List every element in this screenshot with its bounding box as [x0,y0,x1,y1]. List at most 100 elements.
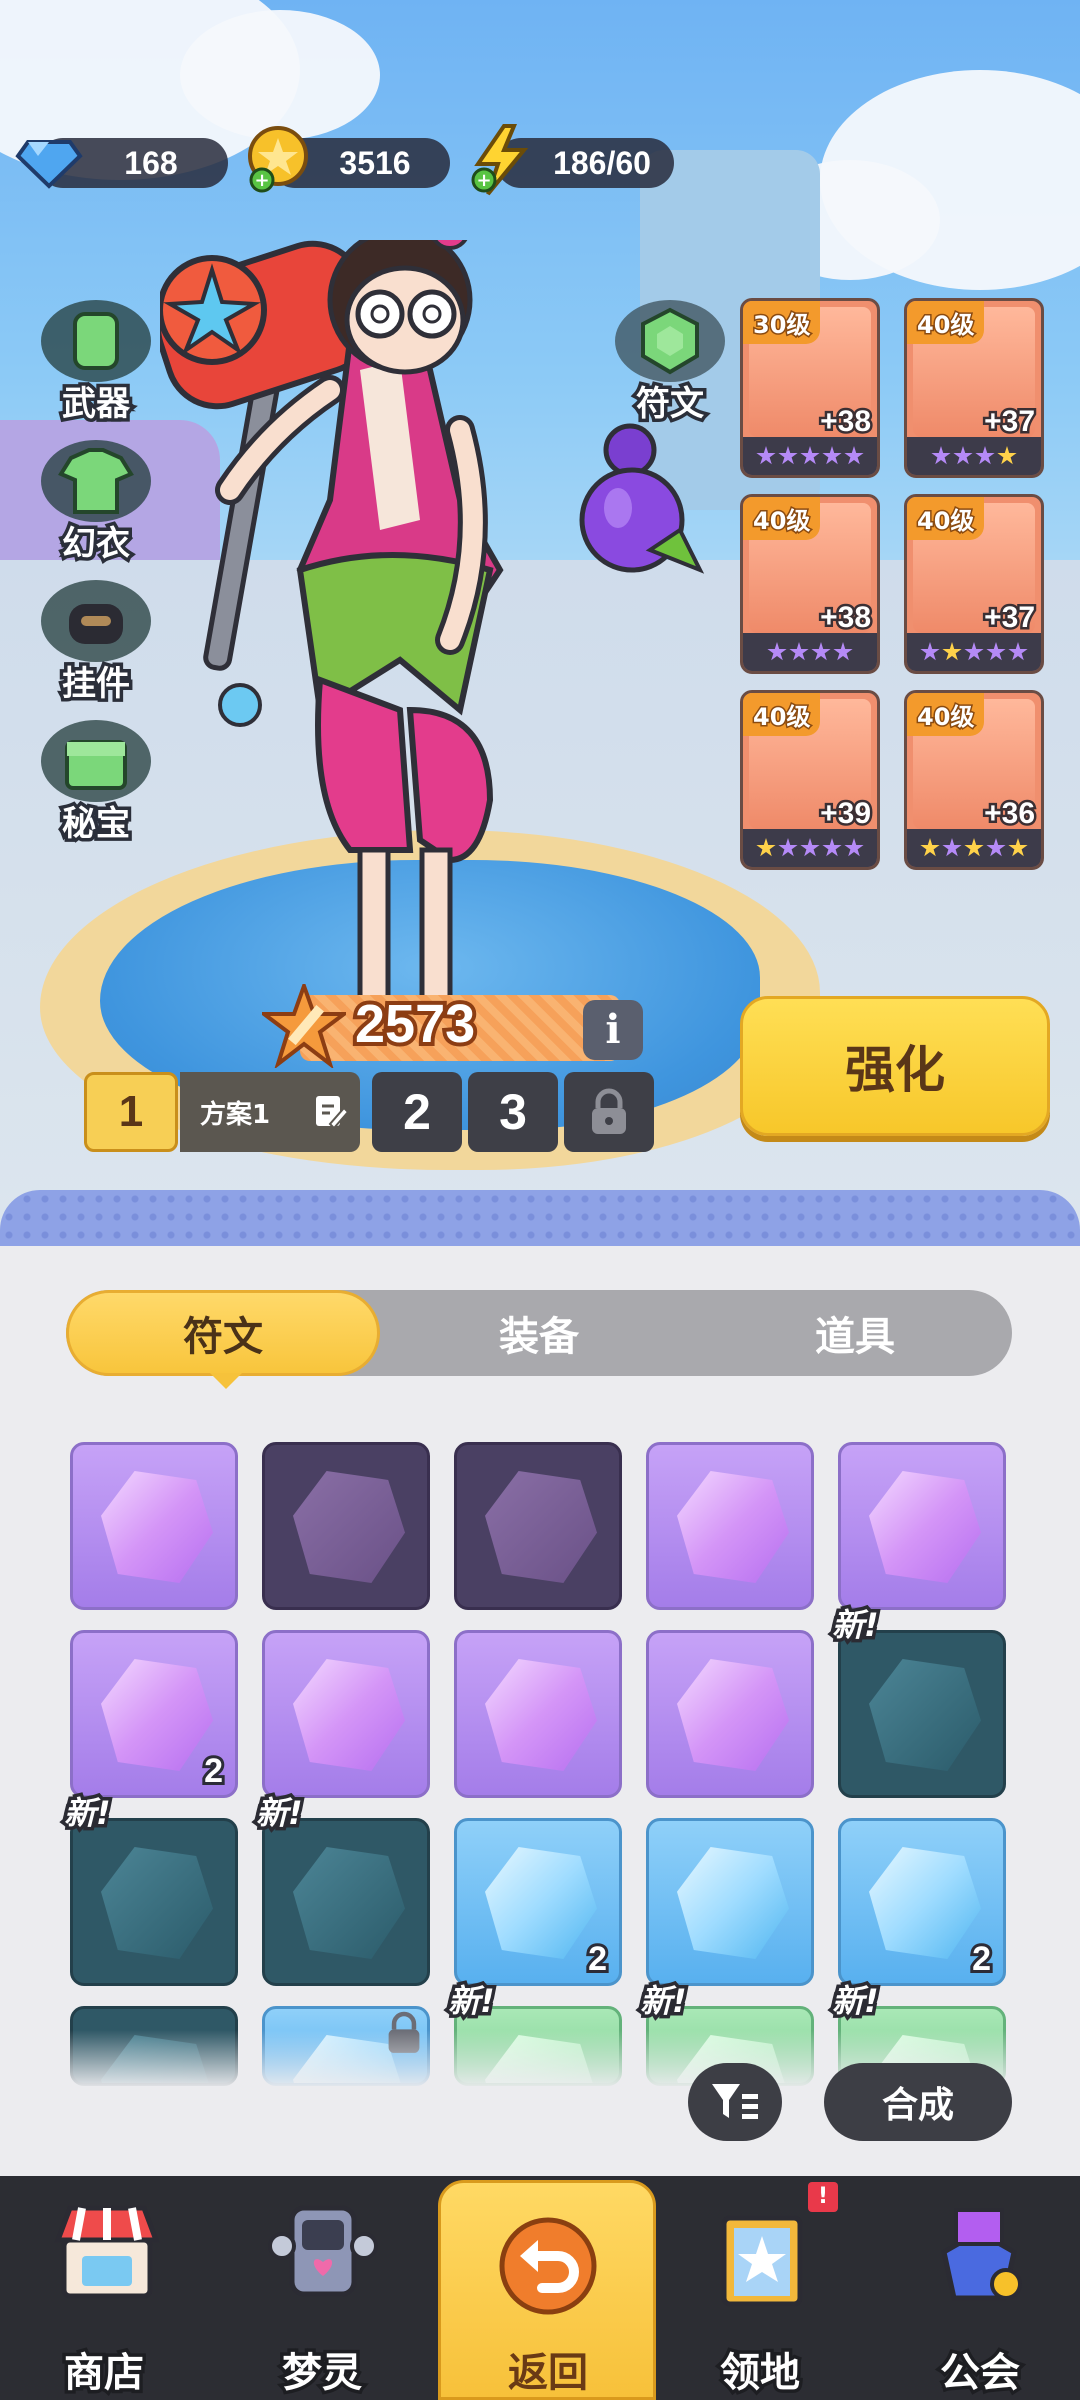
equipment-level: 40级 [907,693,985,736]
treasure-icon [41,720,151,802]
rune-slot[interactable]: 2 [70,1630,238,1798]
equipment-slot[interactable]: 40级 +36 [904,690,1044,870]
rune-gem-icon [677,1471,789,1583]
star-icon [789,642,809,661]
info-button[interactable]: i [583,1000,643,1060]
inventory-tabs: 符文 装备 道具 [66,1290,1012,1376]
equipment-bonus: +37 [982,599,1038,637]
new-badge: 新! [829,1603,883,1648]
star-icon [997,446,1017,465]
equipment-stars [743,437,877,475]
rune-gem-icon [869,1471,981,1583]
outfit-shirt-icon [41,440,151,522]
rune-count: 2 [585,1937,610,1981]
equipment-stars [907,437,1041,475]
equipment-slot[interactable]: 30级 +38 [740,298,880,478]
star-icon [942,642,962,661]
nav-shop[interactable]: 商店 [4,2190,204,2400]
star-icon [964,838,984,857]
star-icon [756,838,776,857]
rune-slot[interactable] [454,1442,622,1610]
plan-locked-button[interactable] [564,1072,654,1152]
enhance-button[interactable]: 强化 [740,996,1050,1136]
coin-plus-icon[interactable]: + [246,124,312,194]
equipment-bonus: +37 [982,403,1038,441]
star-icon [986,642,1006,661]
star-icon [844,838,864,857]
plan-2-button[interactable]: 2 [372,1072,462,1152]
rune-slot[interactable] [262,1818,430,1986]
tab-items-label: 道具 [815,1314,895,1360]
compose-button[interactable]: 合成 [824,2063,1012,2141]
new-badge: 新! [445,1979,499,2024]
tab-equipment[interactable]: 装备 [382,1290,696,1376]
rune-gem-icon [677,1847,789,1959]
weapon-menu-button[interactable]: 武器 [36,300,156,430]
treasure-menu-button[interactable]: 秘宝 [36,720,156,850]
rune-count: 2 [201,1749,226,1793]
star-icon [986,838,1006,857]
svg-text:+: + [254,170,269,191]
outfit-label: 幻衣 [59,521,134,568]
rune-menu-button[interactable]: 符文 [610,300,730,430]
plan-1-number: 1 [118,1087,144,1136]
energy-plus-icon[interactable]: + [468,124,534,196]
pendant-menu-button[interactable]: 挂件 [36,580,156,710]
filter-button[interactable] [688,2063,782,2141]
hero-character [160,240,504,1046]
star-icon [800,838,820,857]
rune-slot[interactable] [838,1630,1006,1798]
dream-spirit-icon [268,2205,378,2297]
tab-items[interactable]: 道具 [698,1290,1012,1376]
rune-slot[interactable] [646,1630,814,1798]
equipment-level: 30级 [743,301,821,344]
rune-slot[interactable] [838,1442,1006,1610]
new-badge: 新! [637,1979,691,2024]
rune-slot[interactable] [454,1630,622,1798]
nav-back[interactable]: 返回 [448,2190,648,2400]
rune-gem-icon [101,1659,213,1771]
rune-slot[interactable]: 2 [454,1818,622,1986]
rune-slot[interactable] [262,1630,430,1798]
gem-count: 168 [124,144,178,181]
new-badge: 新! [253,1791,307,1836]
nav-territory[interactable]: ! 领地 [660,2182,860,2400]
plan-1-name: 方案1 [200,1099,271,1130]
star-icon [778,446,798,465]
rune-slot[interactable] [70,1442,238,1610]
rune-gem-icon [101,1471,213,1583]
territory-portal-icon [721,2215,803,2307]
equipment-slot[interactable]: 40级 +39 [740,690,880,870]
star-icon [800,446,820,465]
equipment-slot[interactable]: 40级 +37 [904,298,1044,478]
rune-slot[interactable] [70,1818,238,1986]
nav-guild[interactable]: 公会 [880,2190,1080,2400]
outfit-menu-button[interactable]: 幻衣 [36,440,156,570]
edit-icon [316,1096,350,1130]
equipment-slot[interactable]: 40级 +38 [740,494,880,674]
plan-1-name-edit[interactable]: 方案1 [180,1072,360,1152]
rune-slot[interactable]: 2 [838,1818,1006,1986]
rune-hexagon-icon [615,300,725,382]
rune-gem-icon [101,1847,213,1959]
new-badge: 新! [61,1791,115,1836]
equipment-stars [907,633,1041,671]
rune-slot[interactable] [646,1442,814,1610]
energy-count: 186/60 [553,144,651,181]
rune-slot[interactable] [262,1442,430,1610]
star-icon [953,446,973,465]
equipment-slot[interactable]: 40级 +37 [904,494,1044,674]
star-icon [811,642,831,661]
plan-1-button[interactable]: 1 [84,1072,178,1152]
plan-3-button[interactable]: 3 [468,1072,558,1152]
star-icon [833,642,853,661]
star-icon [822,838,842,857]
rune-gem-icon [293,1471,405,1583]
rune-slot[interactable] [646,1818,814,1986]
nav-territory-label: 领地 [717,2347,804,2400]
rune-gem-icon [677,1659,789,1771]
nav-shop-label: 商店 [61,2347,148,2400]
notification-badge-icon: ! [808,2182,838,2212]
nav-dream-spirit[interactable]: 梦灵 [222,2190,422,2400]
tab-runes[interactable]: 符文 [66,1290,380,1376]
